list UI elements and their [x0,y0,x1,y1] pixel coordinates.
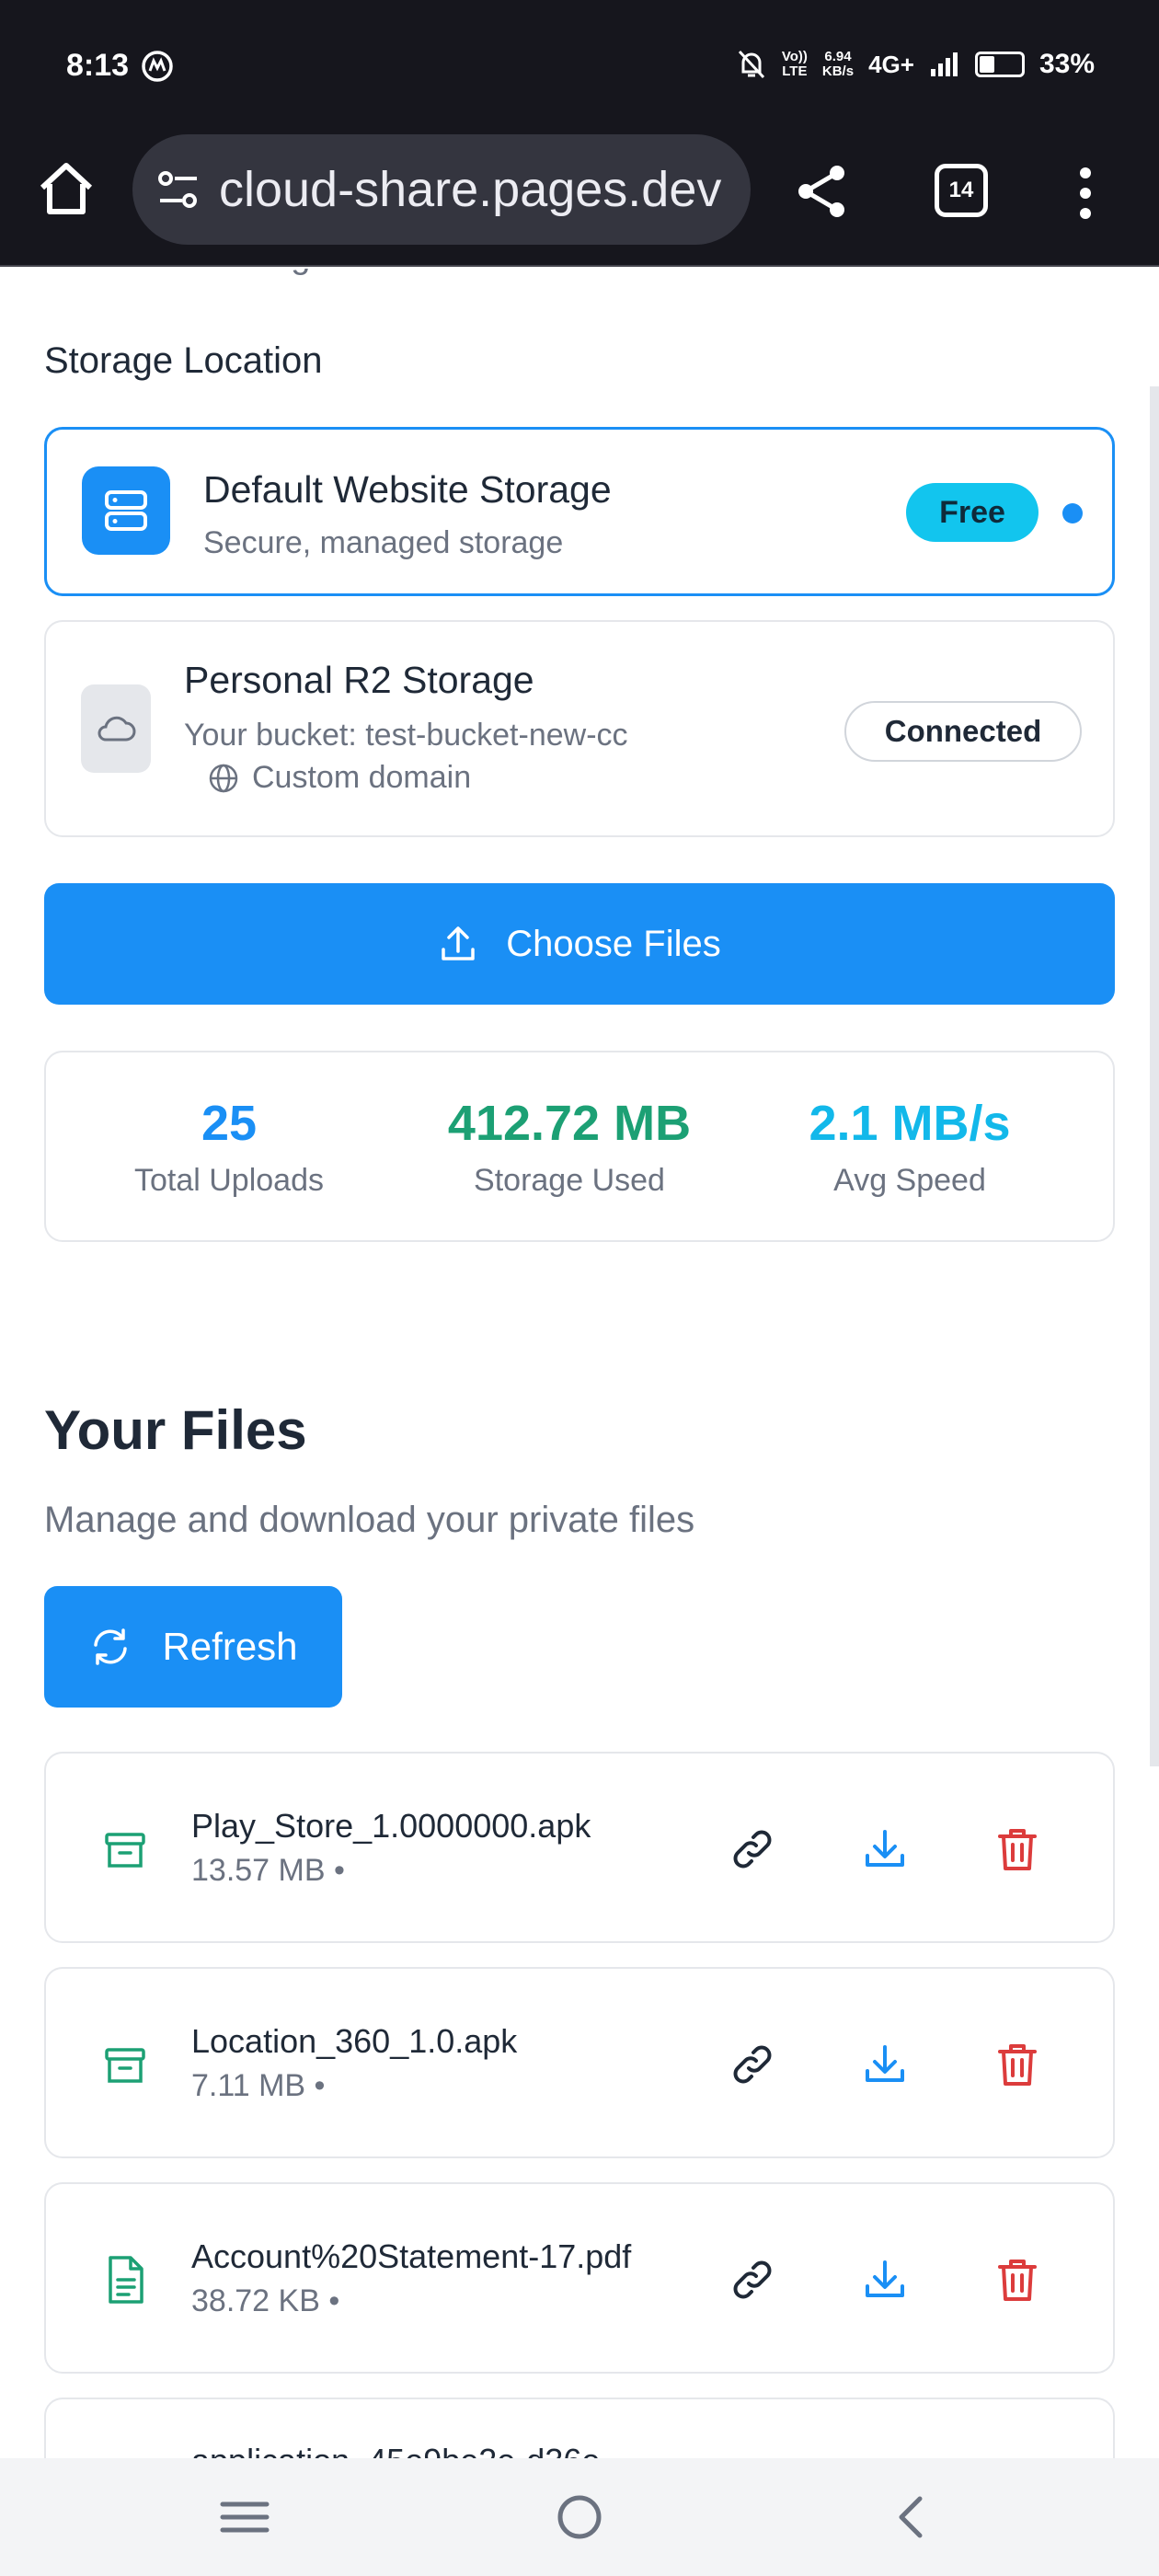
share-icon[interactable] [793,162,852,221]
signal-icon [930,52,958,76]
r2-bucket-text: Your bucket: test-bucket-new-cc [184,718,628,753]
scrollbar[interactable] [1150,386,1159,1766]
file-row: application_45e9be2e-d36e [44,2398,1115,2458]
stats-card: 25 Total Uploads 412.72 MB Storage Used … [44,1051,1115,1242]
copy-link-button[interactable] [723,1820,782,1879]
upload-icon [442,926,476,960]
recent-apps-icon[interactable] [215,2488,274,2547]
file-size: 13.57 MB • [191,1853,345,1888]
link-icon [733,1830,772,1869]
default-storage-subtitle: Secure, managed storage [203,525,564,560]
refresh-label: Refresh [162,1625,298,1668]
copy-link-button[interactable] [723,2250,782,2309]
clock-text: 8:13 [66,48,130,83]
download-icon [866,2045,904,2082]
custom-domain-text: Custom domain [252,760,472,795]
trash-icon [998,2044,1037,2086]
battery-icon [974,52,1025,77]
stat-total-uploads: 25 Total Uploads [59,1095,399,1199]
stat-avg-speed: 2.1 MB/s Avg Speed [740,1095,1080,1199]
status-bar: 8:13 Vo)) LTE 6.94 KB/s 4G+ 33% [0,0,1159,136]
muted-bell-icon [738,50,764,79]
file-size: 38.72 KB • [191,2283,340,2318]
site-settings-icon[interactable] [153,164,204,215]
connected-badge: Connected [844,701,1082,762]
file-name: Account%20Statement-17.pdf [191,2237,632,2275]
archive-icon [105,2048,145,2083]
download-button[interactable] [855,2035,914,2094]
browser-toolbar: cloud-share.pages.dev 14 [0,129,1159,267]
back-icon[interactable] [883,2488,942,2547]
files-subtitle: Manage and download your private files [44,1500,695,1540]
delete-button[interactable] [988,2035,1047,2094]
download-icon [866,1830,904,1867]
selected-indicator [1062,503,1083,523]
free-badge: Free [906,483,1039,542]
link-icon [733,2045,772,2084]
custom-domain-row: Custom domain [208,760,471,796]
stat-value: 25 [201,1096,258,1151]
network-type: 4G+ [868,50,914,78]
archive-icon [105,1833,145,1868]
stat-label: Storage Used [474,1163,665,1198]
refresh-button[interactable]: Refresh [44,1586,342,1708]
download-icon [866,2260,904,2297]
url-text: cloud-share.pages.dev [219,162,722,217]
file-name: application_45e9be2e-d36e [191,2442,600,2458]
file-size: 7.11 MB • [191,2068,326,2103]
copy-link-button[interactable] [723,2035,782,2094]
default-storage-title: Default Website Storage [203,468,612,511]
file-name: Location_360_1.0.apk [191,2022,518,2060]
choose-files-label: Choose Files [506,923,721,964]
download-button[interactable] [855,1820,914,1879]
home-icon[interactable] [35,158,98,221]
choose-files-button[interactable]: Choose Files [44,883,1115,1005]
stat-value: 412.72 MB [447,1096,692,1151]
files-heading: Your Files [44,1399,307,1461]
more-menu-icon[interactable] [1076,166,1095,221]
trash-icon [998,2260,1037,2301]
file-name: Play_Store_1.0000000.apk [191,1807,591,1845]
default-storage-option[interactable]: Default Website Storage Secure, managed … [44,427,1115,596]
r2-storage-title: Personal R2 Storage [184,659,534,701]
globe-icon [209,764,238,792]
document-icon [109,2256,143,2304]
tab-switcher-button[interactable]: 14 [935,164,988,217]
download-button[interactable] [855,2250,914,2309]
address-bar[interactable]: cloud-share.pages.dev [132,134,751,245]
cut-off-description: secure file storage. [44,269,339,277]
link-icon [733,2260,772,2299]
stat-storage-used: 412.72 MB Storage Used [399,1095,740,1199]
storage-location-label: Storage Location [44,340,323,381]
refresh-icon [94,1628,128,1665]
network-speed: 6.94 KB/s [821,49,855,79]
delete-button[interactable] [988,1820,1047,1879]
stat-value: 2.1 MB/s [809,1096,1011,1151]
server-icon [82,466,170,555]
battery-percent: 33% [1039,49,1095,79]
volte-indicator: Vo)) LTE [781,49,808,79]
delete-button[interactable] [988,2250,1047,2309]
stat-label: Total Uploads [133,1163,324,1198]
file-row: Location_360_1.0.apk 7.11 MB • [44,1967,1115,2158]
app-notification-icon [142,50,173,82]
page-content: secure file storage. Storage Location De… [0,269,1159,2458]
status-icons: Vo)) LTE 6.94 KB/s 4G+ 33% [736,48,1095,81]
system-nav-bar [0,2458,1159,2576]
trash-icon [998,1829,1037,1870]
file-row: Play_Store_1.0000000.apk 13.57 MB • [44,1752,1115,1943]
stat-label: Avg Speed [833,1163,986,1198]
r2-storage-option[interactable]: Personal R2 Storage Your bucket: test-bu… [44,620,1115,837]
status-time: 8:13 [66,48,175,84]
home-button-icon[interactable] [550,2488,609,2547]
file-row: Account%20Statement-17.pdf 38.72 KB • [44,2182,1115,2374]
cloud-icon [81,684,151,773]
